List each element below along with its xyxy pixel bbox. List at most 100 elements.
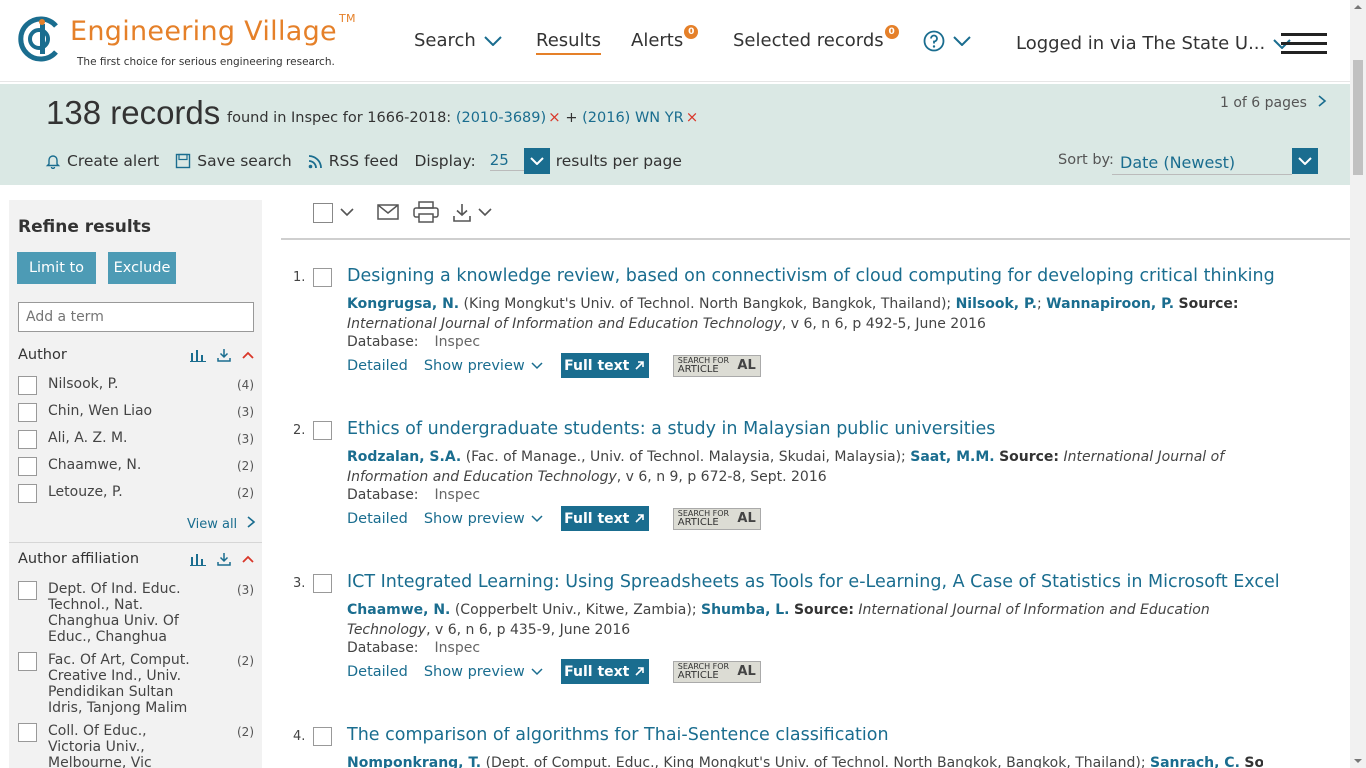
- nav-login-label: Logged in via The State U...: [1016, 33, 1266, 54]
- author-checkbox[interactable]: [18, 376, 37, 395]
- result-checkbox[interactable]: [313, 574, 332, 593]
- author-link[interactable]: Sanrach, C.: [1150, 755, 1240, 768]
- full-text-button[interactable]: Full text: [560, 659, 649, 684]
- author-facet-header[interactable]: Author: [18, 347, 254, 363]
- affiliation-line: Creative Ind., Univ.: [48, 668, 182, 684]
- exclude-button[interactable]: Exclude: [108, 252, 176, 284]
- rss-feed-button[interactable]: RSS feed: [308, 152, 398, 170]
- search-summary-band: 138 records found in Inspec for 1666-201…: [0, 84, 1350, 185]
- scroll-down-arrow-icon[interactable]: [1350, 754, 1366, 768]
- download-icon[interactable]: [217, 552, 231, 566]
- query-term-1[interactable]: (2010-3689): [456, 110, 546, 126]
- affiliation-checkbox[interactable]: [18, 581, 37, 600]
- hamburger-menu-icon[interactable]: [1281, 33, 1327, 55]
- result-title-link[interactable]: ICT Integrated Learning: Using Spreadshe…: [347, 572, 1280, 592]
- search-for-article-button[interactable]: SEARCH FOR ARTICLE AL: [672, 354, 761, 377]
- save-search-button[interactable]: Save search: [175, 152, 292, 170]
- nav-search[interactable]: Search: [414, 30, 502, 51]
- show-preview-link[interactable]: Show preview: [424, 358, 543, 374]
- query-term-2[interactable]: (2016) WN YR: [582, 110, 684, 126]
- nav-help[interactable]: [923, 30, 971, 52]
- detailed-link[interactable]: Detailed: [347, 511, 408, 527]
- author-link[interactable]: Nilsook, P.: [956, 296, 1037, 312]
- chevron-up-icon[interactable]: [242, 555, 254, 563]
- print-icon[interactable]: [413, 201, 439, 227]
- nav-login[interactable]: Logged in via The State U...: [1016, 33, 1291, 54]
- save-disk-icon: [176, 153, 191, 169]
- author-checkbox[interactable]: [18, 457, 37, 476]
- source-label: Source:: [999, 449, 1060, 465]
- full-text-button[interactable]: Full text: [560, 506, 649, 531]
- show-preview-label: Show preview: [423, 663, 525, 680]
- scrollbar-thumb[interactable]: [1353, 60, 1363, 175]
- page-scrollbar[interactable]: [1350, 0, 1366, 768]
- external-link-icon: [635, 361, 645, 370]
- author-link[interactable]: Saat, M.M.: [910, 449, 994, 465]
- author-link[interactable]: Nomponkrang, T.: [347, 755, 481, 768]
- full-text-button[interactable]: Full text: [560, 353, 649, 378]
- author-link[interactable]: Kongrugsa, N.: [347, 296, 459, 312]
- pagination[interactable]: 1 of 6 pages: [1220, 95, 1327, 111]
- download-menu[interactable]: [452, 203, 496, 227]
- limit-to-button[interactable]: Limit to: [17, 252, 96, 284]
- author-checkbox[interactable]: [18, 430, 37, 449]
- author-checkbox[interactable]: [18, 403, 37, 422]
- show-preview-label: Show preview: [423, 357, 525, 374]
- affiliation-facet-header[interactable]: Author affiliation: [18, 551, 254, 567]
- nav-selected-records[interactable]: Selected records 0: [733, 24, 899, 51]
- show-preview-link[interactable]: Show preview: [424, 511, 543, 527]
- journal-name: International Journal of Information and…: [347, 316, 782, 332]
- result-title-link[interactable]: The comparison of algorithms for Thai-Se…: [347, 727, 889, 745]
- result-checkbox[interactable]: [313, 421, 332, 440]
- record-count: 138 records: [46, 94, 221, 131]
- author-view-all-link[interactable]: View all: [187, 516, 256, 532]
- bar-chart-icon[interactable]: [190, 552, 206, 566]
- envelope-icon: [377, 204, 399, 220]
- author-checkbox[interactable]: [18, 484, 37, 503]
- create-alert-button[interactable]: Create alert: [45, 152, 159, 170]
- sfa-bottom-text: ARTICLE: [677, 516, 719, 528]
- bar-chart-icon[interactable]: [190, 348, 206, 362]
- affiliation-line: Pendidikan Sultan: [48, 684, 174, 700]
- search-for-article-button[interactable]: SEARCH FOR ARTICLE AL: [672, 660, 761, 683]
- result-title-link[interactable]: Ethics of undergraduate students: a stud…: [347, 419, 995, 439]
- email-icon[interactable]: [377, 203, 399, 225]
- citation-details: , v 6, n 6, p 435-9, June 2016: [426, 622, 631, 638]
- author-link[interactable]: Rodzalan, S.A.: [347, 449, 461, 465]
- nav-results[interactable]: Results: [536, 30, 601, 55]
- chevron-right-icon[interactable]: [1317, 95, 1327, 107]
- engineering-village-logo[interactable]: Engineering Village TM The first choice f…: [16, 12, 355, 74]
- sort-dropdown-button[interactable]: [1292, 148, 1318, 174]
- affiliation-checkbox[interactable]: [18, 723, 37, 742]
- author-affiliation: (Fac. of Manage., Univ. of Technol. Mala…: [461, 449, 911, 465]
- affiliation-line: Dept. Of Ind. Educ.: [48, 581, 181, 597]
- author-link[interactable]: Shumba, L.: [701, 602, 790, 618]
- detailed-link[interactable]: Detailed: [347, 664, 408, 680]
- sort-select[interactable]: Date (Newest): [1112, 150, 1292, 175]
- chevron-up-icon[interactable]: [242, 351, 254, 359]
- display-dropdown-button[interactable]: [523, 148, 550, 174]
- add-term-input[interactable]: [18, 302, 254, 332]
- select-all-checkbox[interactable]: [313, 202, 361, 224]
- display-count-select[interactable]: 25: [489, 151, 524, 171]
- logo-title: Engineering Village: [70, 16, 337, 47]
- nav-selected-label: Selected records: [733, 30, 884, 51]
- result-checkbox[interactable]: [313, 727, 332, 746]
- affiliation-checkbox[interactable]: [18, 652, 37, 671]
- author-link[interactable]: Chaamwe, N.: [347, 602, 450, 618]
- remove-query-1-icon[interactable]: ×: [548, 108, 561, 126]
- show-preview-link[interactable]: Show preview: [424, 664, 543, 680]
- result-item: 2. Ethics of undergraduate students: a s…: [293, 419, 1273, 561]
- detailed-link[interactable]: Detailed: [347, 358, 408, 374]
- nav-alerts[interactable]: Alerts 0: [631, 24, 699, 51]
- select-all-control[interactable]: [313, 202, 361, 228]
- affiliation-line: Educ., Changhua: [48, 629, 167, 645]
- author-link[interactable]: Wannapiroon, P.: [1046, 296, 1174, 312]
- remove-query-2-icon[interactable]: ×: [686, 108, 699, 126]
- page-indicator: 1 of 6 pages: [1220, 95, 1307, 111]
- search-for-article-button[interactable]: SEARCH FOR ARTICLE AL: [672, 507, 761, 530]
- scroll-up-arrow-icon[interactable]: [1350, 0, 1366, 14]
- result-checkbox[interactable]: [313, 268, 332, 287]
- download-icon[interactable]: [217, 348, 231, 362]
- result-title-link[interactable]: Designing a knowledge review, based on c…: [347, 266, 1275, 286]
